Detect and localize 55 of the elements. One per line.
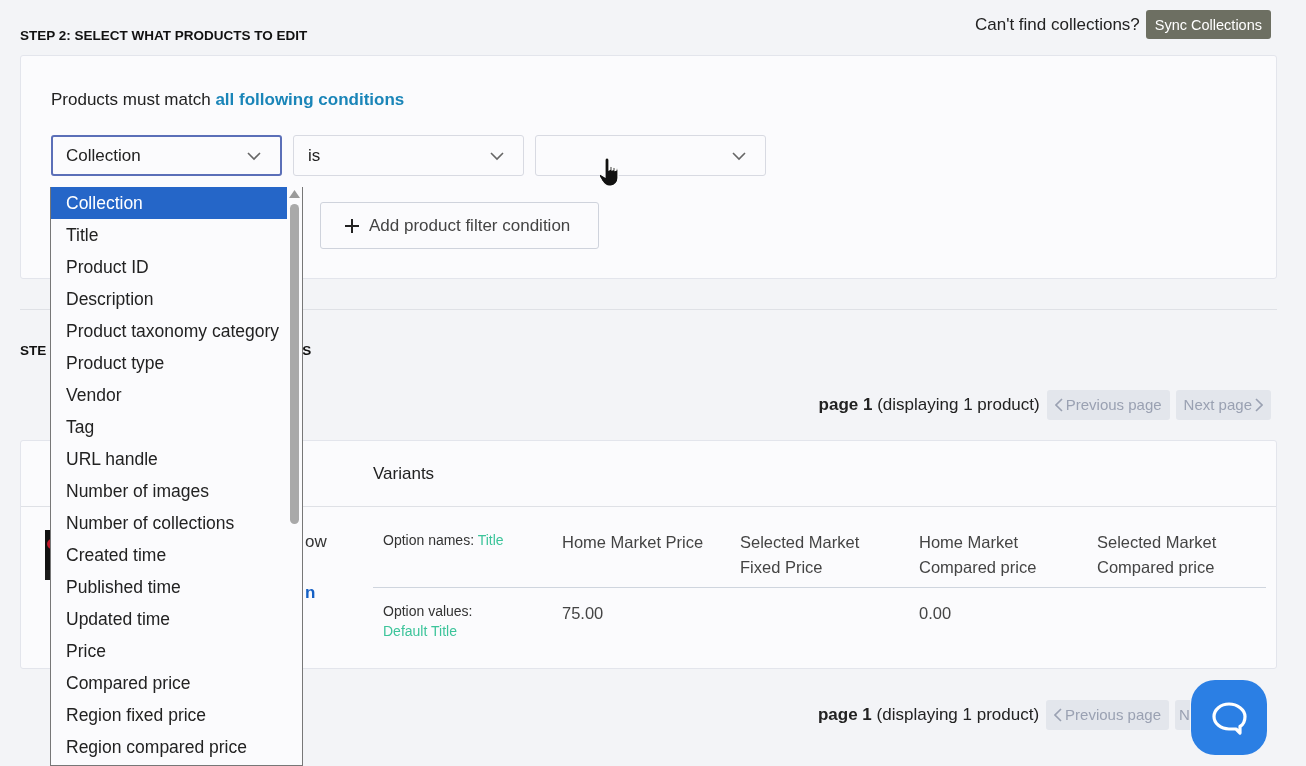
dropdown-option[interactable]: Collection: [51, 187, 287, 219]
page-summary: page 1 (displaying 1 product): [817, 704, 1040, 725]
dropdown-option[interactable]: Updated time: [51, 603, 287, 635]
chevron-down-icon: [731, 150, 747, 161]
page-summary: page 1 (displaying 1 product): [818, 394, 1040, 415]
chat-button[interactable]: [1191, 680, 1267, 755]
table-cell-text: 0.00: [919, 603, 953, 624]
table-cell-text: 75.00: [562, 603, 605, 624]
plus-icon: [345, 218, 359, 233]
column-header: Variants: [373, 463, 435, 484]
dropdown-option[interactable]: Region compared price: [51, 731, 287, 763]
dropdown-option[interactable]: Tag: [51, 411, 287, 443]
dropdown-option[interactable]: Product ID: [51, 251, 287, 283]
chevron-down-icon: [246, 150, 262, 161]
column-header: Selected Market Fixed Price: [740, 532, 861, 578]
sync-collections-button[interactable]: Sync Collections: [1145, 10, 1271, 39]
dropdown-option[interactable]: Price: [51, 635, 287, 667]
chevron-left-icon: [1054, 397, 1063, 412]
match-mode-link[interactable]: all following conditions: [215, 90, 405, 109]
select-field[interactable]: Collection: [51, 135, 282, 176]
dropdown-option[interactable]: Vendor: [51, 379, 287, 411]
select-field[interactable]: [535, 135, 766, 176]
dropdown-option[interactable]: Number of collections: [51, 507, 287, 539]
scrollbar-thumb[interactable]: [290, 204, 299, 524]
dropdown-option[interactable]: URL handle: [51, 443, 287, 475]
match-sentence: Products must match all following conditions: [51, 90, 406, 110]
step-heading: S: [302, 342, 312, 358]
step-heading: STE: [20, 342, 47, 358]
dropdown-option[interactable]: Title: [51, 219, 287, 251]
dropdown-option[interactable]: Compared price: [51, 667, 287, 699]
column-header: Home Market Compared price: [919, 532, 1038, 578]
column-header: Home Market Price: [562, 532, 705, 553]
speech-bubble-icon: [1211, 700, 1247, 735]
select-value: is: [308, 145, 321, 166]
product-title: ow: [305, 532, 327, 552]
chevron-down-icon: [489, 150, 505, 161]
dropdown-option[interactable]: Description: [51, 283, 287, 315]
dropdown-option[interactable]: Product type: [51, 347, 287, 379]
scroll-up-icon[interactable]: [289, 190, 300, 198]
sync-hint: Can't find collections?: [974, 14, 1140, 35]
select-field[interactable]: is: [293, 135, 524, 176]
add-condition-button[interactable]: Add product filter condition: [320, 202, 599, 249]
dropdown-option[interactable]: Number of images: [51, 475, 287, 507]
option-names: Option names: Title: [382, 531, 505, 550]
chevron-right-icon: [1255, 397, 1263, 412]
product-link[interactable]: n: [305, 583, 316, 603]
dropdown-option[interactable]: Published time: [51, 571, 287, 603]
column-header: Selected Market Compared price: [1097, 532, 1218, 578]
dropdown-option[interactable]: Product taxonomy category: [51, 315, 287, 347]
option-values: Option values: Default Title: [382, 602, 474, 641]
select-value: Collection: [66, 145, 141, 166]
dropdown-option[interactable]: Created time: [51, 539, 287, 571]
step-heading: STEP 2: SELECT WHAT PRODUCTS TO EDIT: [20, 28, 308, 43]
dropdown-option[interactable]: Region fixed price: [51, 699, 287, 731]
chevron-left-icon: [1054, 707, 1063, 722]
